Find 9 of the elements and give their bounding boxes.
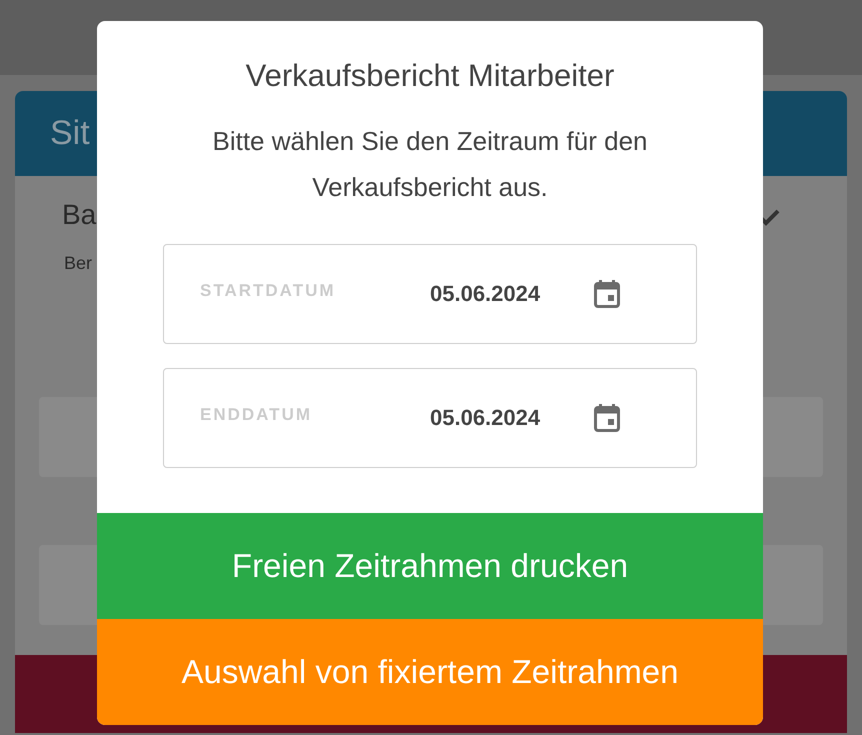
- calendar-icon[interactable]: [594, 280, 620, 308]
- dialog-title: Verkaufsbericht Mitarbeiter: [244, 57, 616, 95]
- field-value: 05.06.2024: [430, 404, 542, 432]
- item-title: Ba: [62, 198, 96, 232]
- item-subtitle: Ber: [63, 252, 94, 275]
- field-value: 05.06.2024: [430, 280, 542, 308]
- card-title: Sit: [50, 113, 90, 154]
- calendar-icon[interactable]: [594, 404, 620, 432]
- dialog-message: Bitte wählen Sie den Zeitraum für den Verkaufsbericht aus.: [211, 124, 649, 204]
